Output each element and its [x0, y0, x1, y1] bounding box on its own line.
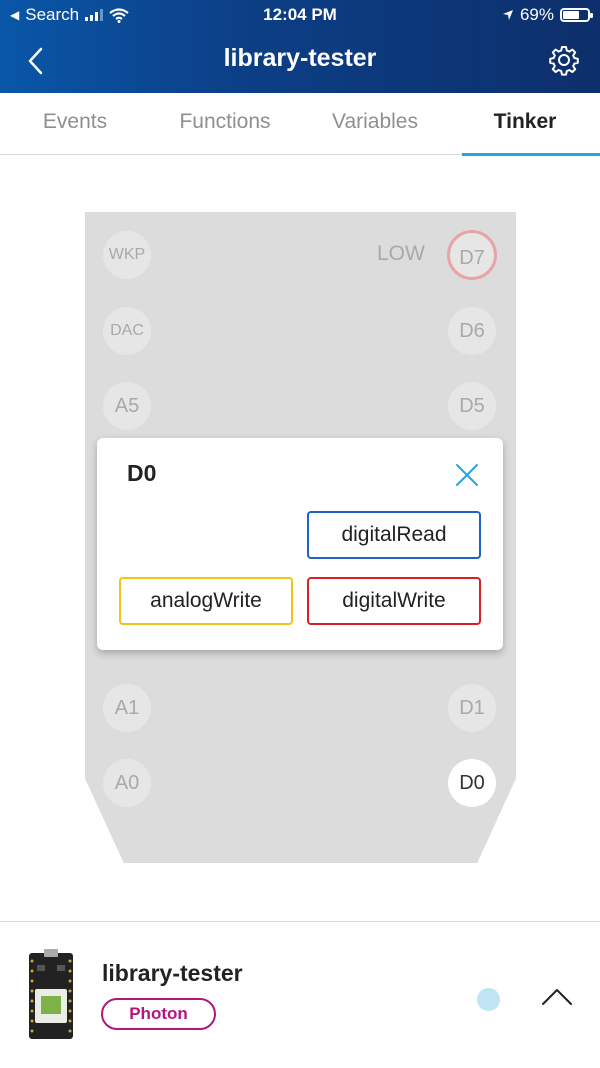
battery-fill	[563, 11, 579, 19]
device-status-dot	[477, 988, 500, 1011]
device-name: library-tester	[102, 960, 243, 986]
battery-icon	[560, 8, 593, 22]
pin-d6[interactable]: D6	[448, 307, 496, 355]
digital-write-button[interactable]: digitalWrite	[307, 577, 481, 625]
gear-icon[interactable]	[548, 44, 580, 76]
page-title: library-tester	[223, 44, 377, 72]
app-header: ◀ Search 12:04 PM 69% library-tester	[0, 0, 600, 93]
digital-read-button[interactable]: digitalRead	[307, 511, 481, 559]
pin-d7-state: LOW	[377, 242, 425, 265]
pin-a0[interactable]: A0	[103, 759, 151, 807]
status-right: 69%	[502, 5, 593, 25]
status-bar: ◀ Search 12:04 PM 69%	[0, 0, 600, 30]
pin-a5[interactable]: A5	[103, 382, 151, 430]
analog-write-button[interactable]: analogWrite	[119, 577, 293, 625]
device-bottom-bar: library-tester Photon	[0, 921, 600, 1068]
pin-mode-popup: D0 digitalRead analogWrite digitalWrite	[97, 438, 503, 650]
pin-d0[interactable]: D0	[448, 759, 496, 807]
pin-wkp[interactable]: WKP	[103, 231, 151, 279]
tab-variables[interactable]: Variables	[300, 93, 450, 154]
pin-d5[interactable]: D5	[448, 382, 496, 430]
tab-tinker[interactable]: Tinker	[450, 93, 600, 156]
pin-a1[interactable]: A1	[103, 684, 151, 732]
pin-dac[interactable]: DAC	[103, 307, 151, 355]
popup-title: D0	[127, 460, 157, 486]
tab-functions[interactable]: Functions	[150, 93, 300, 154]
pin-d7[interactable]: D7	[447, 230, 497, 280]
chevron-up-icon[interactable]	[540, 985, 574, 1009]
pin-d1[interactable]: D1	[448, 684, 496, 732]
tab-events[interactable]: Events	[0, 93, 150, 154]
tab-bar: Events Functions Variables Tinker	[0, 93, 600, 156]
location-arrow-icon	[502, 10, 513, 20]
close-icon[interactable]	[455, 463, 479, 487]
device-type-badge: Photon	[101, 998, 216, 1030]
battery-percent: 69%	[519, 5, 554, 24]
photon-device-image	[29, 949, 73, 1039]
